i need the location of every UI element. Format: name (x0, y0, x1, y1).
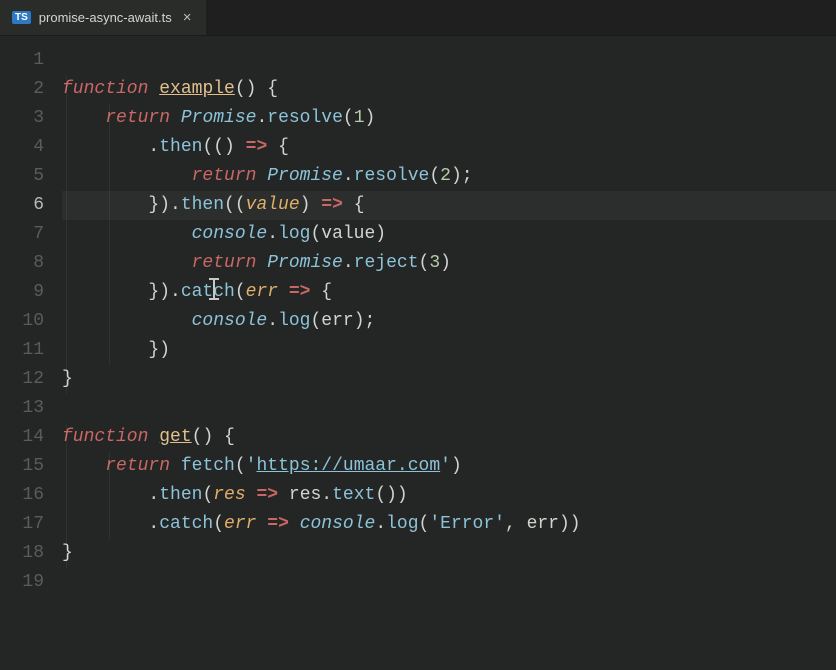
line-number: 11 (0, 336, 62, 365)
line-number: 18 (0, 539, 62, 568)
code-line[interactable] (62, 46, 836, 75)
line-number: 13 (0, 394, 62, 423)
line-number: 3 (0, 104, 62, 133)
code-line[interactable]: .then(() => { (62, 133, 836, 162)
line-number-gutter: 12345678910111213141516171819 (0, 36, 62, 670)
line-number: 10 (0, 307, 62, 336)
line-number: 6 (0, 191, 62, 220)
editor-tab[interactable]: TS promise-async-await.ts × (0, 0, 206, 35)
code-line[interactable]: }).then((value) => { (62, 191, 836, 220)
code-line[interactable]: }).catch(err => { (62, 278, 836, 307)
editor[interactable]: 12345678910111213141516171819 function e… (0, 36, 836, 670)
typescript-icon: TS (12, 11, 31, 24)
code-line[interactable]: return Promise.reject(3) (62, 249, 836, 278)
code-line[interactable]: return Promise.resolve(2); (62, 162, 836, 191)
line-number: 9 (0, 278, 62, 307)
code-line[interactable] (62, 568, 836, 597)
code-line[interactable]: } (62, 539, 836, 568)
code-line[interactable]: console.log(value) (62, 220, 836, 249)
line-number: 7 (0, 220, 62, 249)
line-number: 2 (0, 75, 62, 104)
tab-filename: promise-async-await.ts (39, 10, 172, 25)
line-number: 15 (0, 452, 62, 481)
code-line[interactable]: function example() { (62, 75, 836, 104)
line-number: 1 (0, 46, 62, 75)
line-number: 16 (0, 481, 62, 510)
line-number: 17 (0, 510, 62, 539)
code-line[interactable] (62, 394, 836, 423)
tab-bar: TS promise-async-await.ts × (0, 0, 836, 36)
line-number: 4 (0, 133, 62, 162)
code-area[interactable]: function example() { return Promise.reso… (62, 36, 836, 670)
close-icon[interactable]: × (180, 9, 195, 26)
line-number: 19 (0, 568, 62, 597)
code-line[interactable]: return Promise.resolve(1) (62, 104, 836, 133)
line-number: 8 (0, 249, 62, 278)
code-line[interactable]: return fetch('https://umaar.com') (62, 452, 836, 481)
code-line[interactable]: .then(res => res.text()) (62, 481, 836, 510)
line-number: 5 (0, 162, 62, 191)
code-line[interactable]: console.log(err); (62, 307, 836, 336)
code-line[interactable]: .catch(err => console.log('Error', err)) (62, 510, 836, 539)
code-line[interactable]: function get() { (62, 423, 836, 452)
code-line[interactable]: }) (62, 336, 836, 365)
line-number: 12 (0, 365, 62, 394)
code-line[interactable]: } (62, 365, 836, 394)
line-number: 14 (0, 423, 62, 452)
